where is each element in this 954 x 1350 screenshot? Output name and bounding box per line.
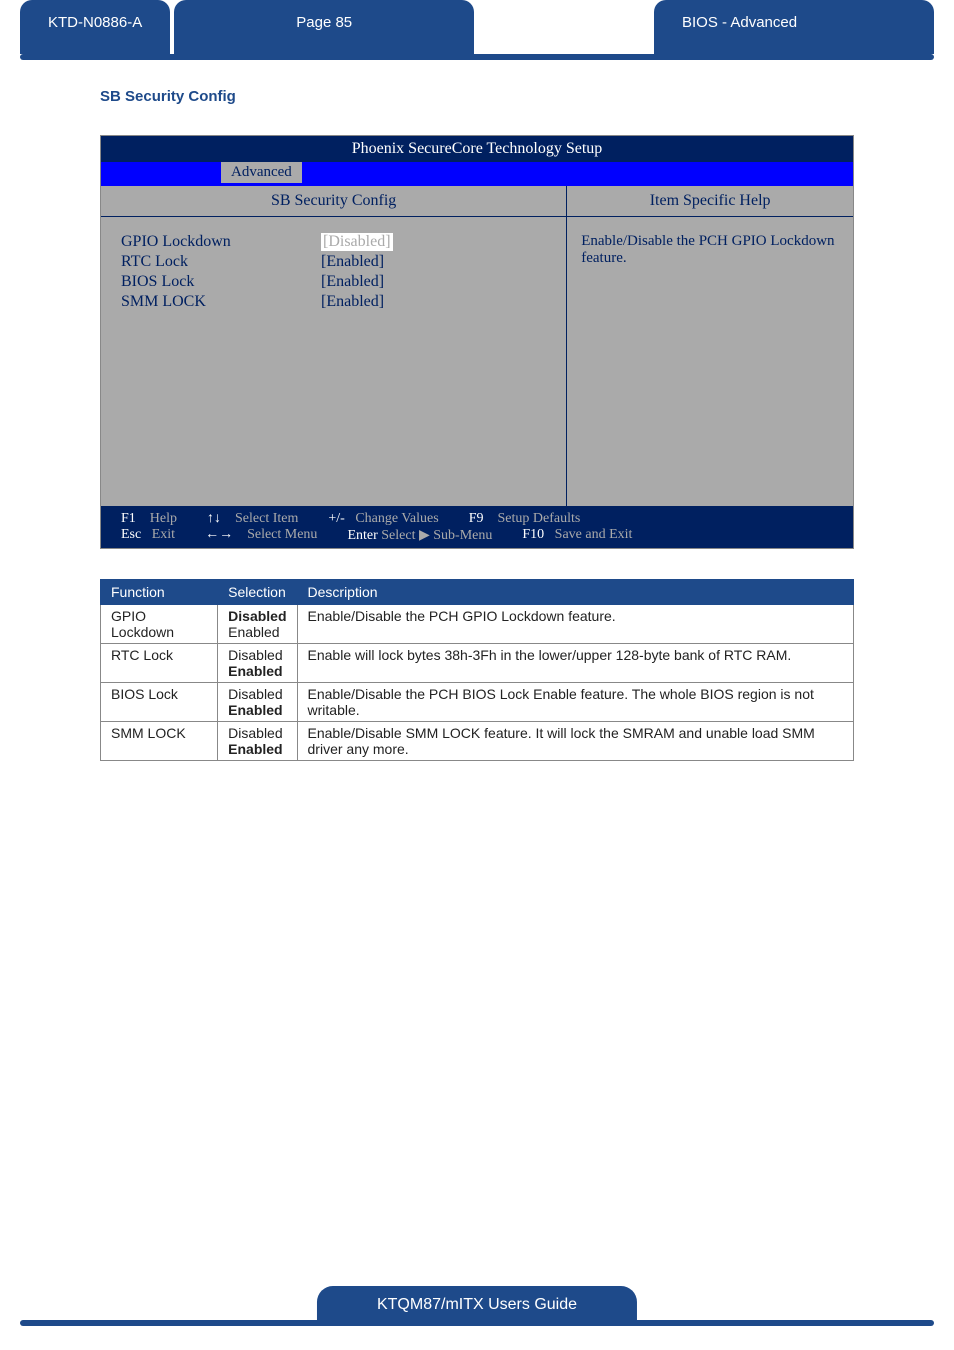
cell-function: GPIO Lockdown [101,605,218,644]
function-table: Function Selection Description GPIO Lock… [100,579,854,761]
bios-key-hint: F10 Save and Exit [522,527,632,544]
bios-key-hint: F9 Setup Defaults [469,511,581,527]
section-path-tab: BIOS - Advanced [654,0,934,54]
bios-panel-title: SB Security Config [101,186,567,216]
bios-tab-bar: Advanced [101,162,853,186]
bios-tab-advanced[interactable]: Advanced [221,162,302,183]
section-title: SB Security Config [100,88,954,105]
bios-subheader: SB Security Config Item Specific Help [101,186,853,217]
footer-title: KTQM87/mITX Users Guide [317,1286,637,1320]
bios-body: GPIO Lockdown[Disabled]RTC Lock[Enabled]… [101,217,853,507]
cell-function: RTC Lock [101,644,218,683]
page-header: KTD-N0886-A Page 85 BIOS - Advanced [0,0,954,54]
cell-function: SMM LOCK [101,722,218,761]
table-row: SMM LOCKDisabledEnabledEnable/Disable SM… [101,722,854,761]
table-row: RTC LockDisabledEnabledEnable will lock … [101,644,854,683]
bios-screenshot: Phoenix SecureCore Technology Setup Adva… [100,135,854,549]
bios-key-hint: F1 Help [121,511,177,527]
page-number-tab: Page 85 [174,0,474,54]
cell-selection: DisabledEnabled [218,722,297,761]
bios-help-title: Item Specific Help [567,186,853,216]
cell-function: BIOS Lock [101,683,218,722]
bios-setting-row[interactable]: RTC Lock[Enabled] [121,253,546,271]
footer-underline [20,1320,934,1326]
bios-setting-row[interactable]: GPIO Lockdown[Disabled] [121,233,546,251]
cell-selection: DisabledEnabled [218,605,297,644]
bios-setting-value[interactable]: [Disabled] [321,233,393,251]
bios-key-hint: Enter Select ▶ Sub-Menu [347,527,492,544]
cell-description: Enable/Disable SMM LOCK feature. It will… [297,722,853,761]
cell-description: Enable/Disable the PCH BIOS Lock Enable … [297,683,853,722]
bios-key-hint: ←→ Select Menu [205,527,317,544]
doc-id-tab: KTD-N0886-A [20,0,170,54]
cell-selection: DisabledEnabled [218,644,297,683]
bios-key-legend: F1 Help ↑↓ Select Item +/- Change Values F9… [101,507,853,548]
table-row: GPIO LockdownDisabledEnabledEnable/Disab… [101,605,854,644]
cell-description: Enable will lock bytes 38h-3Fh in the lo… [297,644,853,683]
cell-selection: DisabledEnabled [218,683,297,722]
bios-setting-value[interactable]: [Enabled] [321,293,384,311]
bios-key-hint: +/- Change Values [328,511,438,527]
header-underline [20,54,934,60]
cell-description: Enable/Disable the PCH GPIO Lockdown fea… [297,605,853,644]
bios-setting-value[interactable]: [Enabled] [321,253,384,271]
bios-setting-row[interactable]: SMM LOCK[Enabled] [121,293,546,311]
col-description: Description [297,580,853,605]
bios-setting-value[interactable]: [Enabled] [321,273,384,291]
bios-key-hint: ↑↓ Select Item [207,511,298,527]
col-function: Function [101,580,218,605]
bios-title: Phoenix SecureCore Technology Setup [101,136,853,162]
bios-setting-row[interactable]: BIOS Lock[Enabled] [121,273,546,291]
bios-setting-label: SMM LOCK [121,293,321,311]
table-row: BIOS LockDisabledEnabledEnable/Disable t… [101,683,854,722]
bios-setting-label: BIOS Lock [121,273,321,291]
col-selection: Selection [218,580,297,605]
bios-setting-label: GPIO Lockdown [121,233,321,251]
bios-help-text: Enable/Disable the PCH GPIO Lockdown fea… [567,217,853,507]
bios-setting-label: RTC Lock [121,253,321,271]
bios-settings-list: GPIO Lockdown[Disabled]RTC Lock[Enabled]… [101,217,567,507]
bios-key-hint: Esc Exit [121,527,175,544]
